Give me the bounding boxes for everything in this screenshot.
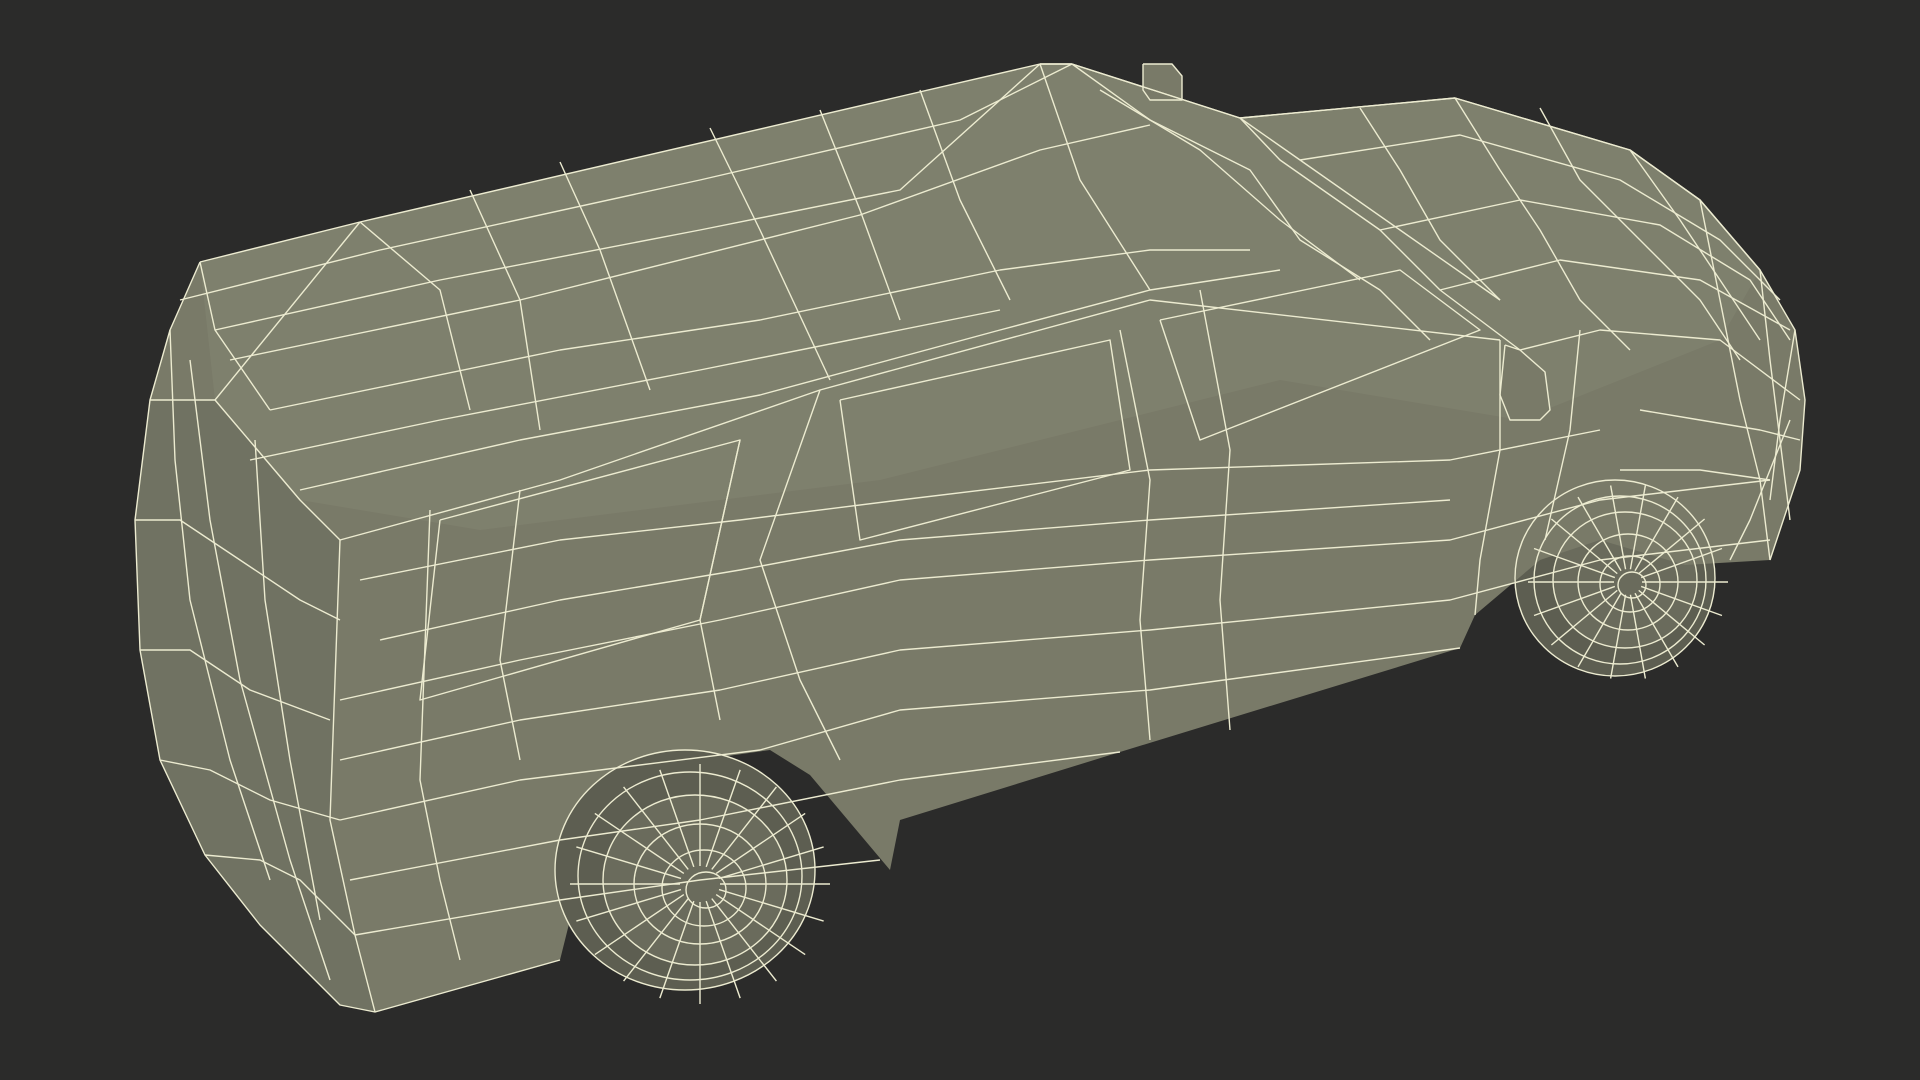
car-wireframe-model <box>134 63 1806 1013</box>
rear-wheel-near <box>555 750 815 990</box>
viewport[interactable] <box>0 0 1920 1080</box>
